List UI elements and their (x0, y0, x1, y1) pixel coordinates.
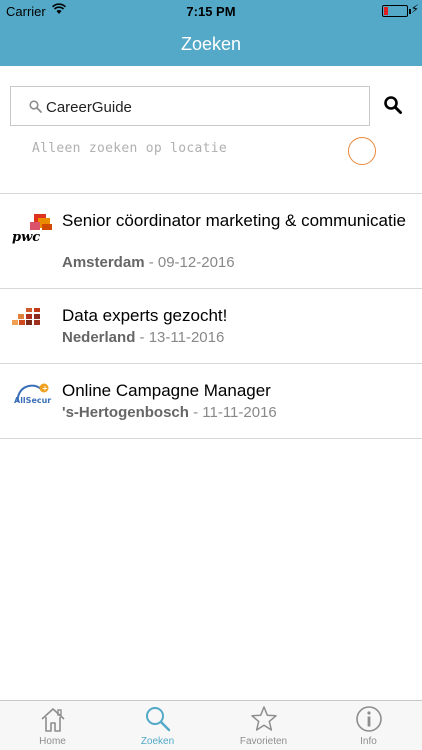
results-list: pwc Senior cöordinator marketing & commu… (0, 194, 422, 439)
result-meta: Nederland - 13-11-2016 (62, 329, 224, 346)
tab-search[interactable]: Zoeken (105, 701, 210, 750)
star-icon (251, 706, 277, 731)
tab-favorites[interactable]: Favorieten (211, 701, 316, 750)
result-title: Senior cöordinator marketing & communica… (62, 211, 406, 230)
pwc-logo-text: pwc (12, 230, 40, 244)
search-input[interactable] (46, 96, 356, 118)
tab-label: Info (360, 736, 377, 747)
result-date: 09-12-2016 (157, 254, 235, 271)
info-icon (356, 706, 382, 732)
result-title: Online Campagne Manager (62, 381, 271, 400)
home-icon (41, 708, 65, 732)
tab-bar: Home Zoeken Favorieten Info (0, 700, 422, 750)
location-only-toggle[interactable] (348, 137, 376, 165)
status-bar: Carrier 7:15 PM ⚡ (0, 0, 422, 22)
result-location: Amsterdam (62, 254, 145, 271)
search-field-icon (29, 100, 42, 113)
allsecur-logo: + AllSecur (14, 383, 51, 405)
result-meta: 's-Hertogenbosch - 11-11-2016 (62, 404, 277, 421)
result-location: 's-Hertogenbosch (62, 404, 189, 421)
result-location: Nederland (62, 329, 136, 346)
list-item[interactable]: + AllSecur Online Campagne Manager 's-He… (0, 364, 422, 439)
location-only-label: Alleen zoeken op locatie (32, 141, 228, 156)
charging-icon: ⚡ (410, 2, 419, 16)
search-icon (146, 707, 171, 732)
result-date: 13-11-2016 (148, 329, 225, 346)
tab-label: Zoeken (140, 736, 175, 747)
result-separator: - (144, 254, 158, 271)
status-time: 7:15 PM (186, 4, 236, 19)
navigation-bar: Zoeken (0, 22, 422, 66)
search-area: Alleen zoeken op locatie (0, 66, 422, 194)
list-item[interactable]: pwc Senior cöordinator marketing & commu… (0, 194, 422, 289)
tab-label: Favorieten (239, 736, 288, 747)
result-separator: - (188, 404, 203, 421)
battery-icon (382, 5, 408, 17)
result-meta: Amsterdam - 09-12-2016 (62, 254, 235, 271)
search-field-container[interactable] (10, 86, 370, 126)
tab-home[interactable]: Home (0, 701, 105, 750)
search-button[interactable] (383, 95, 403, 115)
allsecur-logo-text: AllSecur (14, 396, 51, 405)
list-item[interactable]: Data experts gezocht! Nederland - 13-11-… (0, 289, 422, 364)
svg-text:+: + (42, 385, 48, 393)
tab-info[interactable]: Info (316, 701, 421, 750)
result-separator: - (135, 329, 149, 346)
pwc-logo: pwc (12, 214, 52, 244)
page-title: Zoeken (180, 34, 242, 54)
tab-label: Home (39, 736, 66, 747)
result-date: 11-11-2016 (202, 404, 277, 421)
data-experts-logo (12, 308, 40, 325)
result-title: Data experts gezocht! (62, 306, 228, 325)
